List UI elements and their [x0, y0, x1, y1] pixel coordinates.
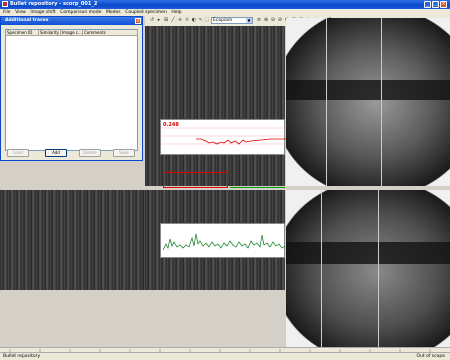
traces-table[interactable]: Specimen ID Similarity Image c... Commen…	[5, 29, 138, 151]
profile-graph	[160, 223, 286, 258]
menu-coupled-specimen[interactable]: Coupled specimen	[125, 9, 167, 16]
minimize-button[interactable]: _	[424, 1, 431, 8]
left-bottom-scan-view[interactable]	[0, 190, 145, 290]
status-bar: Bullet repository Out of scope	[0, 352, 450, 360]
scope-status: Out of scope	[416, 354, 445, 359]
menu-bar: File View Image shift Comparison mode Mo…	[0, 9, 450, 16]
chevron-down-icon: ▼	[246, 18, 252, 23]
column-header-similarity[interactable]: Similarity	[39, 30, 61, 36]
rotate-icon[interactable]: ↺	[149, 17, 155, 24]
zoom-in-icon[interactable]: ⊕	[263, 17, 269, 24]
column-header-comments[interactable]: Comments	[83, 30, 138, 36]
stack-icon[interactable]: ≡	[256, 17, 262, 24]
select-icon[interactable]: ⬚	[204, 17, 210, 24]
save-button[interactable]: Save	[113, 149, 135, 157]
add-button[interactable]: Add	[45, 149, 67, 157]
dialog-close-button[interactable]: ×	[135, 18, 141, 24]
right-bottom-bullet-view[interactable]	[286, 190, 450, 352]
menu-help[interactable]: Help	[171, 9, 181, 16]
bullet-groove	[286, 242, 450, 264]
arrow-icon[interactable]: ▸	[156, 17, 162, 24]
line-icon[interactable]: ╱	[170, 17, 176, 24]
delete-button[interactable]: Delete	[79, 149, 101, 157]
maximize-button[interactable]: □	[432, 1, 439, 8]
crosshair-icon[interactable]: ✛	[177, 17, 183, 24]
window-title: Bullet repository - scorp_001_2	[10, 1, 98, 7]
scale-select-value: Ecopiam	[213, 18, 233, 23]
menu-image-shift[interactable]: Image shift	[30, 9, 55, 16]
land-edge	[378, 190, 379, 352]
column-header-specimen-id[interactable]: Specimen ID	[6, 30, 39, 36]
land-edge	[381, 18, 382, 186]
menu-modes[interactable]: Modes	[106, 9, 121, 16]
bullet-groove	[286, 80, 450, 100]
fit-icon[interactable]: ⊞	[163, 17, 169, 24]
correlation-plot	[161, 127, 286, 145]
title-bar: Bullet repository - scorp_001_2 _ □ ×	[0, 0, 450, 9]
menu-comparison-mode[interactable]: Comparison mode	[60, 9, 101, 16]
status-text: Bullet repository	[3, 354, 41, 359]
correlation-graph: 0.248	[160, 119, 286, 155]
profile-plot	[162, 233, 286, 251]
menu-file[interactable]: File	[3, 9, 11, 16]
brightness-icon[interactable]: ☼	[184, 17, 190, 24]
contrast-icon[interactable]: ◐	[191, 17, 197, 24]
app-icon	[2, 1, 8, 7]
land-edge	[321, 190, 322, 352]
scale-select[interactable]: Ecopiam ▼	[211, 17, 253, 24]
dialog-title: Additional traces ×	[1, 17, 142, 25]
zoom-out-icon[interactable]: ⊖	[270, 17, 276, 24]
selection-rectangle[interactable]	[163, 172, 228, 188]
menu-view[interactable]: View	[15, 9, 26, 16]
load-button[interactable]: Load	[7, 149, 29, 157]
close-button[interactable]: ×	[440, 1, 447, 8]
center-top-scan-view[interactable]	[145, 26, 285, 186]
right-top-bullet-view[interactable]	[286, 18, 450, 186]
land-edge	[326, 18, 327, 186]
dialog-title-text: Additional traces	[5, 18, 49, 23]
additional-traces-dialog: Additional traces × Specimen ID Similari…	[0, 16, 143, 161]
alignment-line	[230, 187, 285, 188]
column-header-image[interactable]: Image c...	[61, 30, 83, 36]
measure-icon[interactable]: ⊘	[277, 17, 283, 24]
